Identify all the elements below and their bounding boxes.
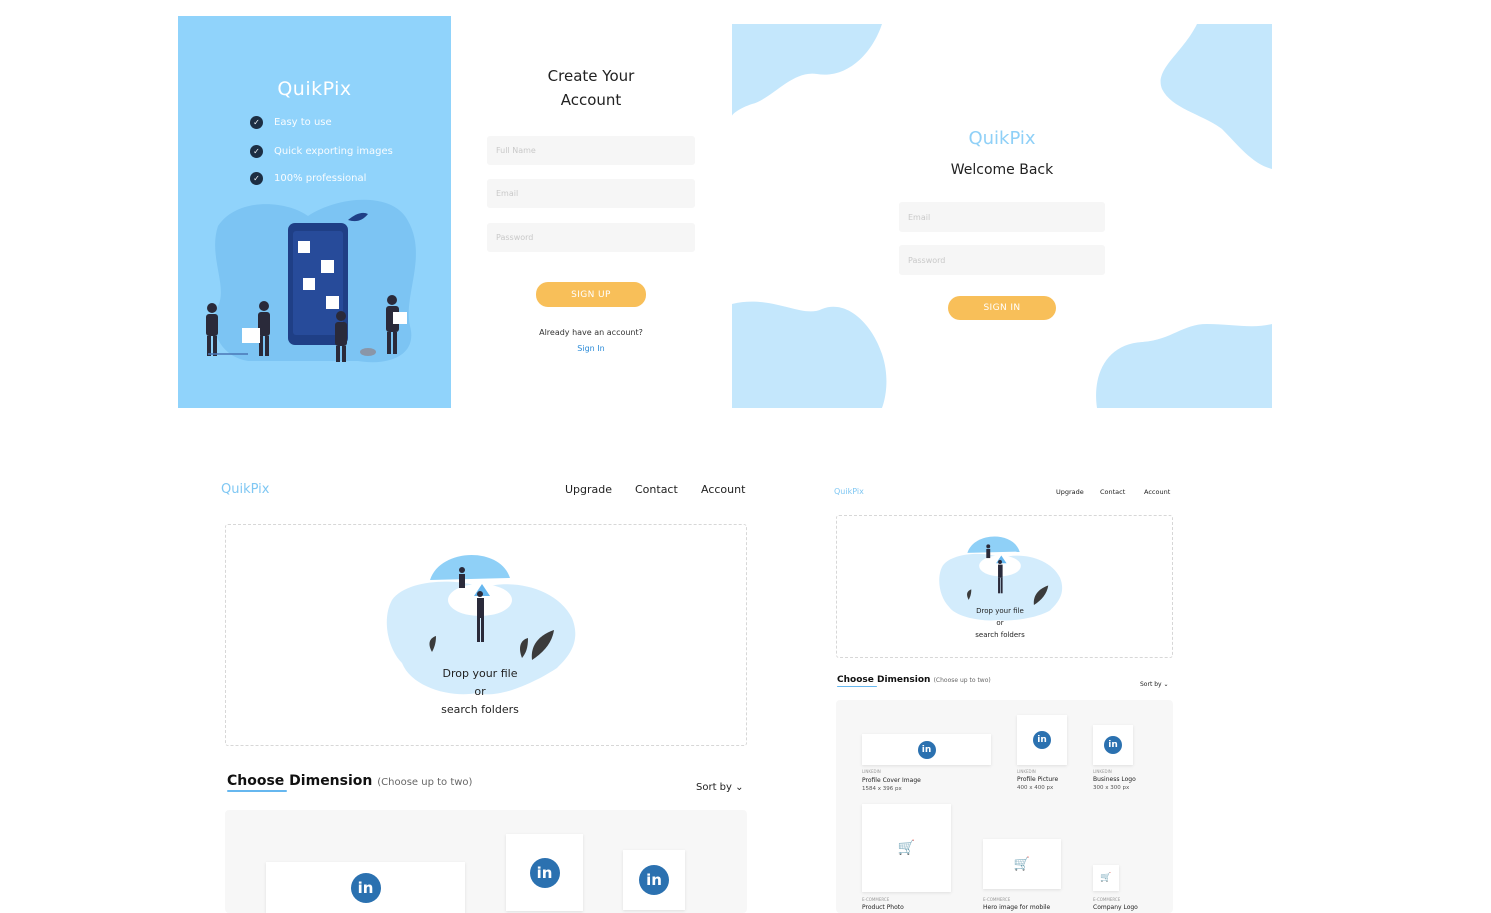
card-category: LINKEDIN [1093, 769, 1112, 774]
drop-line: Drop your file [442, 667, 518, 680]
card-name: Company Logo [1093, 904, 1138, 911]
email-field[interactable]: Email [487, 179, 695, 208]
feature-item: ✓ Quick exporting images [250, 145, 393, 158]
dimension-grid: in LINKEDIN Profile Cover Image 1584 x 3… [836, 700, 1173, 913]
dimension-card[interactable]: in [623, 850, 685, 910]
drop-line: or [474, 685, 486, 698]
choose-title: Choose Dimension [227, 773, 373, 789]
linkedin-icon: in [350, 872, 381, 903]
dimension-card[interactable]: in [1093, 725, 1133, 765]
card-name: Profile Picture [1017, 776, 1059, 783]
signup-title: Create Your Account [455, 64, 727, 112]
drop-line: or [996, 619, 1004, 627]
nav-contact[interactable]: Contact [1100, 488, 1125, 496]
password-field[interactable]: Password [487, 223, 695, 252]
title-line: Create Your [547, 67, 635, 85]
signin-panel: QuikPix Welcome Back Email Password SIGN… [732, 24, 1272, 408]
check-icon: ✓ [250, 116, 263, 129]
feature-label: Quick exporting images [274, 146, 393, 157]
fullname-field[interactable]: Full Name [487, 136, 695, 165]
drop-line: Drop your file [976, 607, 1024, 615]
nav-account[interactable]: Account [701, 483, 745, 496]
linkedin-icon: in [1033, 731, 1051, 749]
card-dims: 400 x 400 px [1017, 785, 1054, 791]
chevron-down-icon: ⌄ [1163, 681, 1169, 688]
nav-upgrade[interactable]: Upgrade [1056, 488, 1084, 496]
card-category: E-COMMERCE [862, 897, 890, 902]
card-category: E-COMMERCE [983, 897, 1011, 902]
card-category: LINKEDIN [1017, 769, 1036, 774]
welcome-title: Welcome Back [950, 162, 1054, 178]
cart-icon: 🛒 [897, 840, 916, 856]
brand-logo[interactable]: QuikPix [834, 487, 864, 496]
card-category: E-COMMERCE [1093, 897, 1121, 902]
sort-by-label: Sort by [696, 782, 732, 793]
card-name: Hero image for mobile [983, 904, 1051, 911]
check-icon: ✓ [250, 145, 263, 158]
sort-by-label: Sort by [1140, 681, 1162, 688]
drop-line: search folders [975, 631, 1025, 639]
feature-label: Easy to use [274, 117, 332, 128]
dimension-card[interactable]: 🛒 [862, 804, 951, 892]
nav-upgrade[interactable]: Upgrade [565, 483, 612, 496]
card-name: Business Logo [1093, 776, 1136, 783]
linkedin-icon: in [917, 740, 936, 759]
dimension-card[interactable]: 🛒 [1093, 865, 1119, 891]
dimension-card[interactable]: in [266, 862, 465, 913]
title-line: Account [560, 91, 622, 109]
card-dims: 300 x 300 px [1093, 785, 1130, 791]
choose-title: Choose Dimension [837, 675, 931, 685]
card-dims: 1584 x 396 px [862, 786, 902, 792]
dimension-card[interactable]: 🛒 [983, 839, 1061, 889]
password-field[interactable]: Password [899, 245, 1105, 275]
heading-underline [227, 790, 287, 792]
sort-by-dropdown[interactable]: Sort by ⌄ [1140, 681, 1169, 688]
card-name: Product Photo [862, 904, 904, 911]
cart-icon: 🛒 [1013, 856, 1031, 872]
drop-text: Drop your file or search folders [380, 665, 580, 719]
dimension-card[interactable]: in [862, 734, 991, 765]
choose-dimension-heading: Choose Dimension (Choose up to two) [227, 773, 473, 792]
linkedin-icon: in [1104, 736, 1122, 754]
nav-contact[interactable]: Contact [635, 483, 678, 496]
dimension-card[interactable]: in [1017, 715, 1067, 765]
linkedin-icon: in [529, 857, 560, 888]
choose-dimension-heading: Choose Dimension (Choose up to two) [837, 675, 991, 687]
sort-by-dropdown[interactable]: Sort by ⌄ [696, 782, 744, 793]
brand-logo: QuikPix [277, 78, 352, 100]
heading-underline [837, 685, 877, 687]
card-category: LINKEDIN [862, 769, 881, 774]
phone-people-illustration [206, 199, 416, 363]
brand-logo: QuikPix [968, 128, 1036, 149]
signin-button[interactable]: SIGN IN [948, 296, 1056, 320]
drop-line: search folders [441, 703, 519, 716]
email-field[interactable]: Email [899, 202, 1105, 232]
signup-illustration-panel: QuikPix ✓ Easy to use ✓ Quick exporting … [178, 16, 451, 408]
dimension-grid: in in in [225, 810, 747, 913]
feature-label: 100% professional [274, 173, 367, 184]
chevron-down-icon: ⌄ [735, 782, 744, 793]
choose-note: (Choose up to two) [377, 777, 473, 788]
dimension-card[interactable]: in [506, 834, 583, 911]
signin-link[interactable]: Sign In [455, 344, 727, 353]
signup-form-panel: Create Your Account Full Name Email Pass… [455, 16, 727, 408]
linkedin-icon: in [639, 865, 669, 895]
drop-text: Drop your file or search folders [950, 605, 1050, 641]
check-icon: ✓ [250, 172, 263, 185]
brand-logo[interactable]: QuikPix [221, 482, 269, 497]
feature-item: ✓ Easy to use [250, 116, 332, 129]
cart-icon: 🛒 [1100, 873, 1112, 883]
choose-note: (Choose up to two) [933, 677, 991, 684]
card-name: Profile Cover Image [862, 777, 921, 784]
nav-account[interactable]: Account [1144, 488, 1170, 496]
have-account-text: Already have an account? [539, 328, 643, 337]
signup-button[interactable]: SIGN UP [536, 282, 646, 307]
feature-item: ✓ 100% professional [250, 172, 366, 185]
